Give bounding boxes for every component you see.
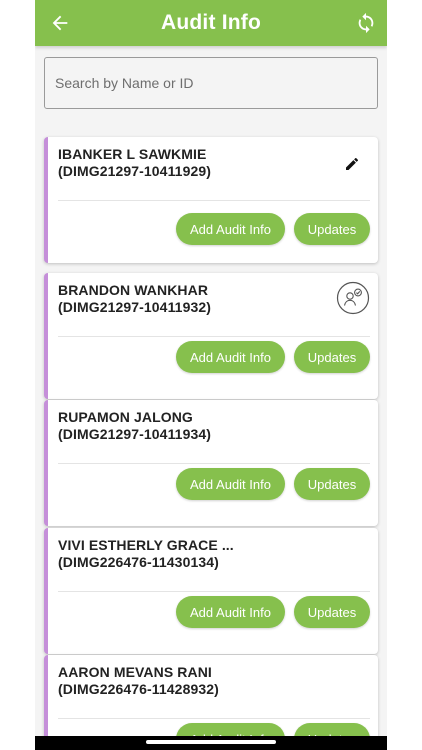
page-title: Audit Info (161, 11, 261, 34)
add-audit-info-button[interactable]: Add Audit Info (176, 213, 285, 245)
divider (58, 336, 370, 337)
divider (58, 200, 370, 201)
add-audit-info-button[interactable]: Add Audit Info (176, 596, 285, 628)
divider (58, 463, 370, 464)
add-audit-info-button[interactable]: Add Audit Info (176, 468, 285, 500)
refresh-icon[interactable] (355, 12, 377, 34)
verified-user-icon[interactable] (336, 281, 370, 315)
arrow-left-icon[interactable] (49, 12, 71, 34)
employee-name: AARON MEVANS RANI (58, 664, 212, 680)
employee-id: (DIMG226476-11428932) (58, 681, 219, 697)
employee-name: VIVI ESTHERLY GRACE ... (58, 537, 234, 553)
employee-name: IBANKER L SAWKMIE (58, 146, 207, 162)
list-item: VIVI ESTHERLY GRACE ... (DIMG226476-1143… (44, 528, 378, 654)
employee-id: (DIMG21297-10411929) (58, 163, 211, 179)
updates-button[interactable]: Updates (294, 596, 370, 628)
employee-name: BRANDON WANKHAR (58, 282, 209, 298)
employee-id: (DIMG21297-10411934) (58, 426, 211, 442)
list-item: RUPAMON JALONG (DIMG21297-10411934) Add … (44, 400, 378, 526)
updates-button[interactable]: Updates (294, 341, 370, 373)
divider (58, 591, 370, 592)
employee-name: RUPAMON JALONG (58, 409, 193, 425)
add-audit-info-button[interactable]: Add Audit Info (176, 341, 285, 373)
divider (58, 718, 370, 719)
employee-id: (DIMG21297-10411932) (58, 299, 211, 315)
updates-button[interactable]: Updates (294, 468, 370, 500)
app-screen: Audit Info IBANKER L SAWKMIE (DIMG21297-… (35, 0, 387, 750)
search-input[interactable] (55, 75, 377, 91)
employee-id: (DIMG226476-11430134) (58, 554, 219, 570)
updates-button[interactable]: Updates (294, 213, 370, 245)
pencil-icon[interactable] (336, 145, 370, 179)
app-bar: Audit Info (35, 0, 387, 46)
search-box (44, 57, 378, 109)
home-indicator[interactable] (146, 740, 276, 744)
list-item: BRANDON WANKHAR (DIMG21297-10411932) Add… (44, 273, 378, 399)
list-item: IBANKER L SAWKMIE (DIMG21297-10411929) A… (44, 137, 378, 263)
